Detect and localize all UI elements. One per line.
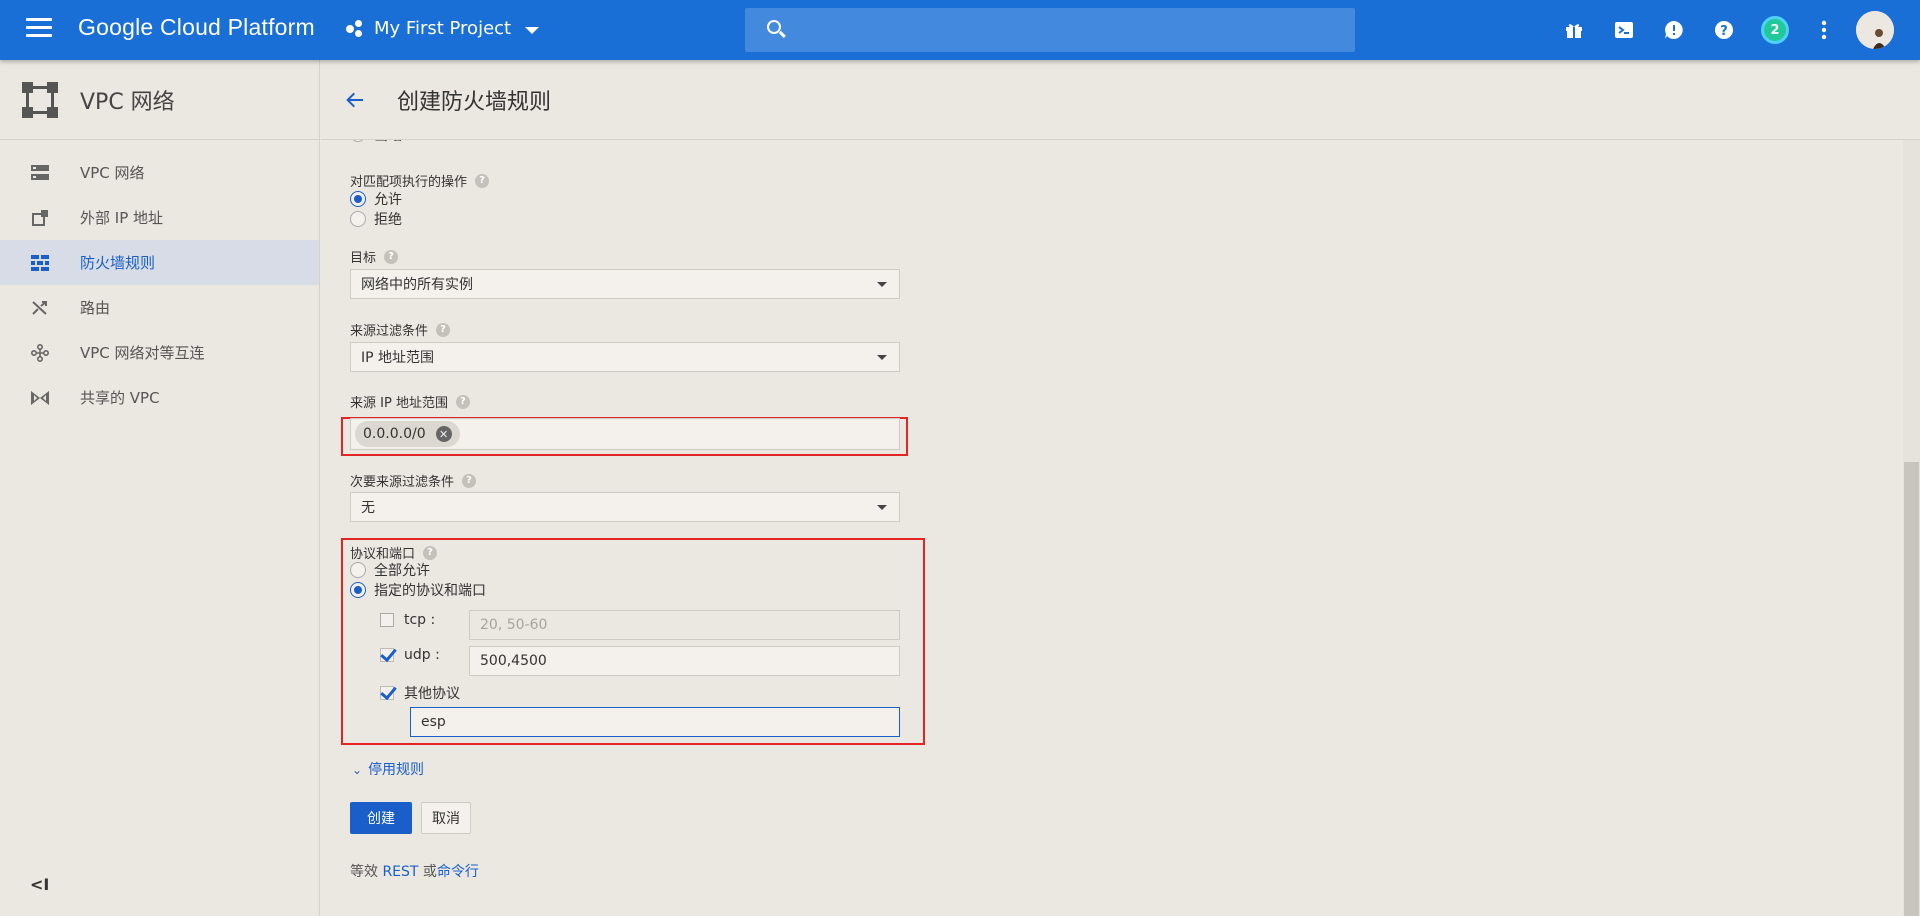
protocol-allow-all-radio[interactable]: 全部允许 <box>350 560 430 580</box>
secondary-filter-label: 次要来源过滤条件 ? <box>350 471 477 490</box>
collapse-sidebar-icon[interactable]: <I <box>30 875 49 894</box>
other-protocols-input[interactable]: esp <box>410 707 900 737</box>
equivalent-links: 等效 REST 或命令行 <box>350 864 479 880</box>
feedback-icon[interactable] <box>1662 18 1686 42</box>
protocol-specified-radio[interactable]: 指定的协议和端口 <box>350 580 486 600</box>
action-deny-radio[interactable]: 拒绝 <box>350 209 402 229</box>
ip-range-chip: 0.0.0.0/0 ✕ <box>355 421 460 447</box>
search-icon <box>767 20 781 34</box>
command-line-link[interactable]: 命令行 <box>437 864 479 880</box>
dropdown-arrow-icon <box>877 282 887 287</box>
project-selector[interactable]: My First Project <box>346 18 540 39</box>
external-ip-icon <box>30 208 50 228</box>
source-ip-label: 来源 IP 地址范围 ? <box>350 392 470 411</box>
help-icon[interactable]: ? <box>384 249 399 264</box>
more-vert-icon[interactable] <box>1812 18 1836 42</box>
vpc-networks-icon <box>30 163 50 183</box>
udp-ports-input[interactable]: 500,4500 <box>469 646 900 676</box>
brand-title[interactable]: Google Cloud Platform <box>78 14 315 41</box>
firewall-icon <box>30 253 50 273</box>
notifications-badge[interactable]: 2 <box>1761 16 1789 44</box>
sidebar-item-label: VPC 网络对等互连 <box>80 344 205 362</box>
sidebar-item-external-ip[interactable]: 外部 IP 地址 <box>0 195 319 240</box>
dropdown-arrow-icon <box>877 355 887 360</box>
sidebar-header: VPC 网络 <box>0 60 319 140</box>
sidebar-item-label: 外部 IP 地址 <box>80 209 164 227</box>
sidebar-item-routes[interactable]: 路由 <box>0 285 319 330</box>
vpc-logo-icon <box>22 81 58 118</box>
rest-link[interactable]: REST <box>382 864 418 880</box>
help-icon[interactable]: ? <box>436 322 451 337</box>
peering-icon <box>30 343 50 363</box>
sidebar-item-label: 防火墙规则 <box>80 254 156 272</box>
search-input[interactable] <box>799 8 1339 52</box>
tcp-checkbox[interactable]: tcp : <box>380 612 435 628</box>
sidebar-item-label: 共享的 VPC <box>80 389 160 407</box>
remove-chip-icon[interactable]: ✕ <box>435 426 452 442</box>
sidebar-item-peering[interactable]: VPC 网络对等互连 <box>0 330 319 375</box>
project-name: My First Project <box>374 18 512 39</box>
page-header: 创建防火墙规则 <box>321 60 1920 140</box>
secondary-filter-select[interactable]: 无 <box>350 492 900 522</box>
menu-icon[interactable] <box>26 18 52 40</box>
sidebar-item-shared-vpc[interactable]: 共享的 VPC <box>0 375 319 420</box>
sidebar-item-label: 路由 <box>80 299 111 317</box>
help-icon[interactable]: ? <box>423 545 438 560</box>
udp-checkbox[interactable]: udp : <box>380 647 440 663</box>
scrollbar-thumb[interactable] <box>1904 462 1919 916</box>
gift-icon[interactable] <box>1562 18 1586 42</box>
action-label: 对匹配项执行的操作 ? <box>350 171 490 190</box>
sidebar-item-vpc-networks[interactable]: VPC 网络 <box>0 150 319 195</box>
create-button[interactable]: 创建 <box>350 802 412 834</box>
help-icon[interactable]: ? <box>455 394 470 409</box>
target-label: 目标 ? <box>350 247 399 266</box>
sidebar: VPC 网络 VPC 网络 外部 IP 地址 防火墙规则 路由 VPC 网络对等… <box>0 60 320 916</box>
chevron-down-icon <box>525 27 540 34</box>
help-icon[interactable]: ? <box>1712 18 1736 42</box>
cancel-button[interactable]: 取消 <box>421 802 471 834</box>
project-dots-icon <box>346 19 364 38</box>
page-title: 创建防火墙规则 <box>397 90 552 115</box>
action-allow-radio[interactable]: 允许 <box>350 189 402 209</box>
svg-text:?: ? <box>1720 24 1728 39</box>
sidebar-item-label: VPC 网络 <box>80 164 145 182</box>
tcp-ports-input[interactable]: 20, 50-60 <box>469 610 900 640</box>
source-filter-select[interactable]: IP 地址范围 <box>350 342 900 372</box>
sidebar-item-firewall[interactable]: 防火墙规则 <box>0 240 319 285</box>
search-bar[interactable] <box>745 8 1355 52</box>
shared-vpc-icon <box>30 388 50 408</box>
other-protocols-checkbox[interactable]: 其他协议 <box>380 683 460 703</box>
dropdown-arrow-icon <box>877 505 887 510</box>
sidebar-title: VPC 网络 <box>80 89 175 115</box>
chevron-down-icon: ⌄ <box>352 763 363 777</box>
help-icon[interactable]: ? <box>475 173 490 188</box>
sidebar-nav: VPC 网络 外部 IP 地址 防火墙规则 路由 VPC 网络对等互连 共享的 … <box>0 140 319 420</box>
cloud-shell-icon[interactable] <box>1612 18 1636 42</box>
source-filter-label: 来源过滤条件 ? <box>350 320 451 339</box>
routes-icon <box>30 298 50 318</box>
source-ip-input[interactable]: 0.0.0.0/0 ✕ <box>350 418 900 450</box>
account-avatar[interactable] <box>1856 11 1894 49</box>
target-select[interactable]: 网络中的所有实例 <box>350 269 900 299</box>
help-icon[interactable]: ? <box>462 473 477 488</box>
disable-rule-link[interactable]: ⌄ 停用规则 <box>352 759 424 779</box>
top-app-bar: Google Cloud Platform My First Project ?… <box>0 0 1920 60</box>
back-arrow-icon[interactable] <box>343 88 367 112</box>
